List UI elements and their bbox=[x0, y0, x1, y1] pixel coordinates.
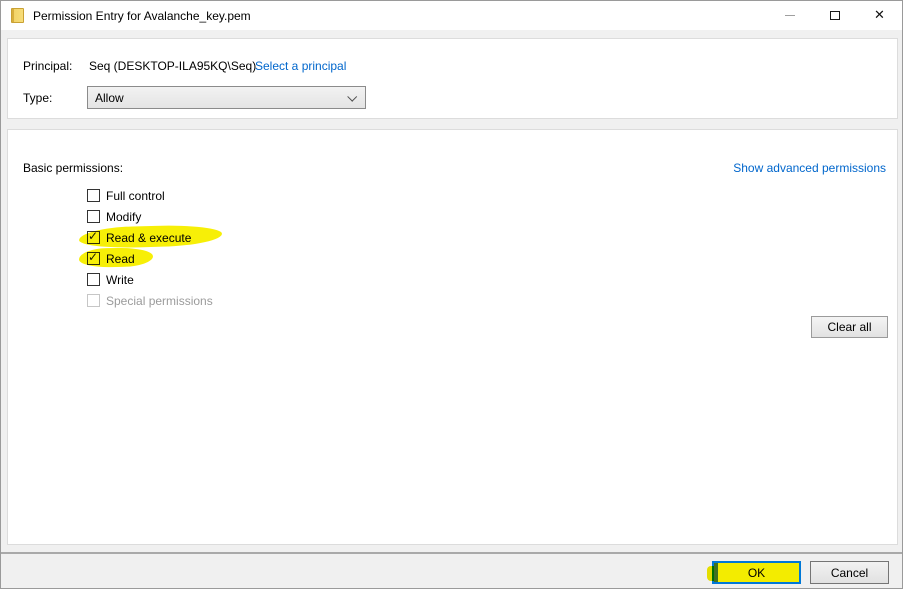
select-principal-link[interactable]: Select a principal bbox=[255, 59, 346, 73]
permissions-list: Full control Modify ✓ Read & execute ✓ Read Wr… bbox=[87, 185, 213, 311]
maximize-button[interactable] bbox=[812, 1, 857, 30]
permission-label: Read & execute bbox=[106, 231, 191, 245]
chevron-down-icon bbox=[347, 92, 357, 102]
window-controls: ✕ bbox=[767, 1, 902, 30]
close-button[interactable]: ✕ bbox=[857, 1, 902, 30]
permissions-panel: Basic permissions: Show advanced permiss… bbox=[7, 129, 898, 545]
window-title: Permission Entry for Avalanche_key.pem bbox=[33, 9, 251, 23]
type-dropdown[interactable]: Allow bbox=[87, 86, 366, 109]
title-bar: Permission Entry for Avalanche_key.pem ✕ bbox=[1, 1, 902, 30]
checkbox[interactable]: ✓ bbox=[87, 231, 100, 244]
cancel-label: Cancel bbox=[831, 566, 868, 580]
basic-permissions-label: Basic permissions: bbox=[23, 161, 123, 175]
checkmark-icon: ✓ bbox=[88, 250, 98, 264]
minimize-button[interactable] bbox=[767, 1, 812, 30]
permission-row-modify: Modify bbox=[87, 206, 213, 227]
cancel-button[interactable]: Cancel bbox=[810, 561, 889, 584]
permission-row-special-permissions: Special permissions bbox=[87, 290, 213, 311]
permission-row-read-execute: ✓ Read & execute bbox=[87, 227, 213, 248]
permission-label: Full control bbox=[106, 189, 165, 203]
principal-panel: Principal: Seq (DESKTOP-ILA95KQ\Seq) Sel… bbox=[7, 38, 898, 119]
footer-separator bbox=[1, 552, 902, 554]
permission-row-read: ✓ Read bbox=[87, 248, 213, 269]
permission-label: Special permissions bbox=[106, 294, 213, 308]
clear-all-label: Clear all bbox=[827, 320, 871, 334]
maximize-icon bbox=[830, 11, 840, 20]
file-icon bbox=[11, 8, 24, 23]
checkbox[interactable]: ✓ bbox=[87, 252, 100, 265]
checkbox[interactable] bbox=[87, 210, 100, 223]
permission-label: Write bbox=[106, 273, 134, 287]
checkbox bbox=[87, 294, 100, 307]
principal-label: Principal: bbox=[23, 59, 72, 73]
permission-row-full-control: Full control bbox=[87, 185, 213, 206]
checkmark-icon: ✓ bbox=[88, 229, 98, 243]
ok-label: OK bbox=[748, 566, 765, 580]
permission-label: Modify bbox=[106, 210, 141, 224]
close-icon: ✕ bbox=[874, 9, 885, 22]
checkbox[interactable] bbox=[87, 273, 100, 286]
permission-entry-dialog: Permission Entry for Avalanche_key.pem ✕… bbox=[0, 0, 903, 589]
permission-row-write: Write bbox=[87, 269, 213, 290]
clear-all-button[interactable]: Clear all bbox=[811, 316, 888, 338]
show-advanced-permissions-link[interactable]: Show advanced permissions bbox=[733, 161, 886, 175]
type-label: Type: bbox=[23, 91, 52, 105]
ok-button[interactable]: OK bbox=[712, 561, 801, 584]
minimize-icon bbox=[785, 15, 795, 16]
permission-label: Read bbox=[106, 252, 135, 266]
checkbox[interactable] bbox=[87, 189, 100, 202]
type-dropdown-value: Allow bbox=[95, 91, 124, 105]
principal-value: Seq (DESKTOP-ILA95KQ\Seq) bbox=[89, 59, 256, 73]
